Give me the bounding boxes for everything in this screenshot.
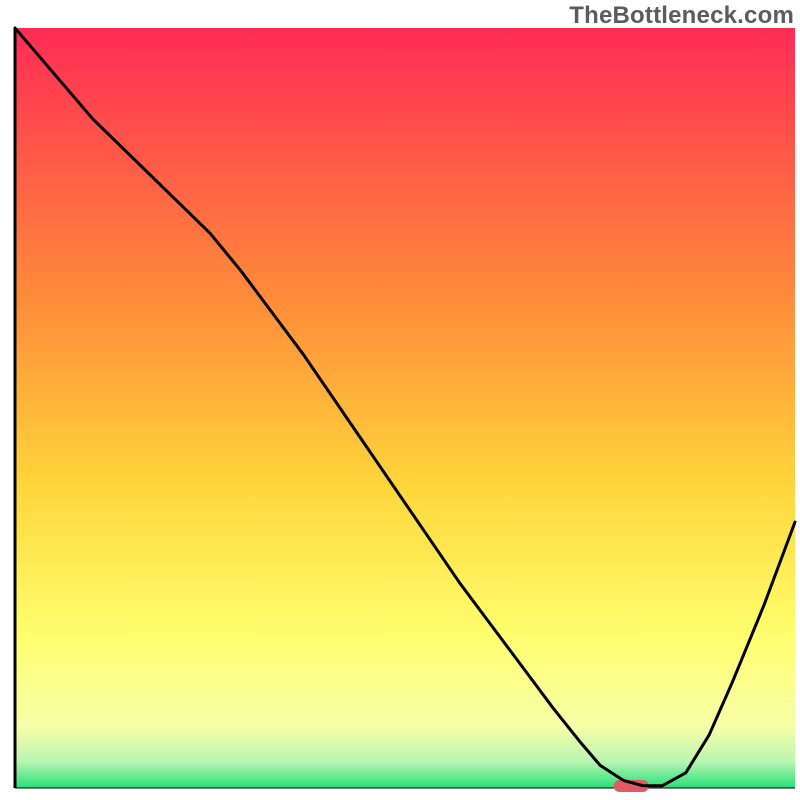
chart-svg — [0, 0, 800, 800]
chart-container: TheBottleneck.com — [0, 0, 800, 800]
plot-background — [15, 28, 795, 788]
